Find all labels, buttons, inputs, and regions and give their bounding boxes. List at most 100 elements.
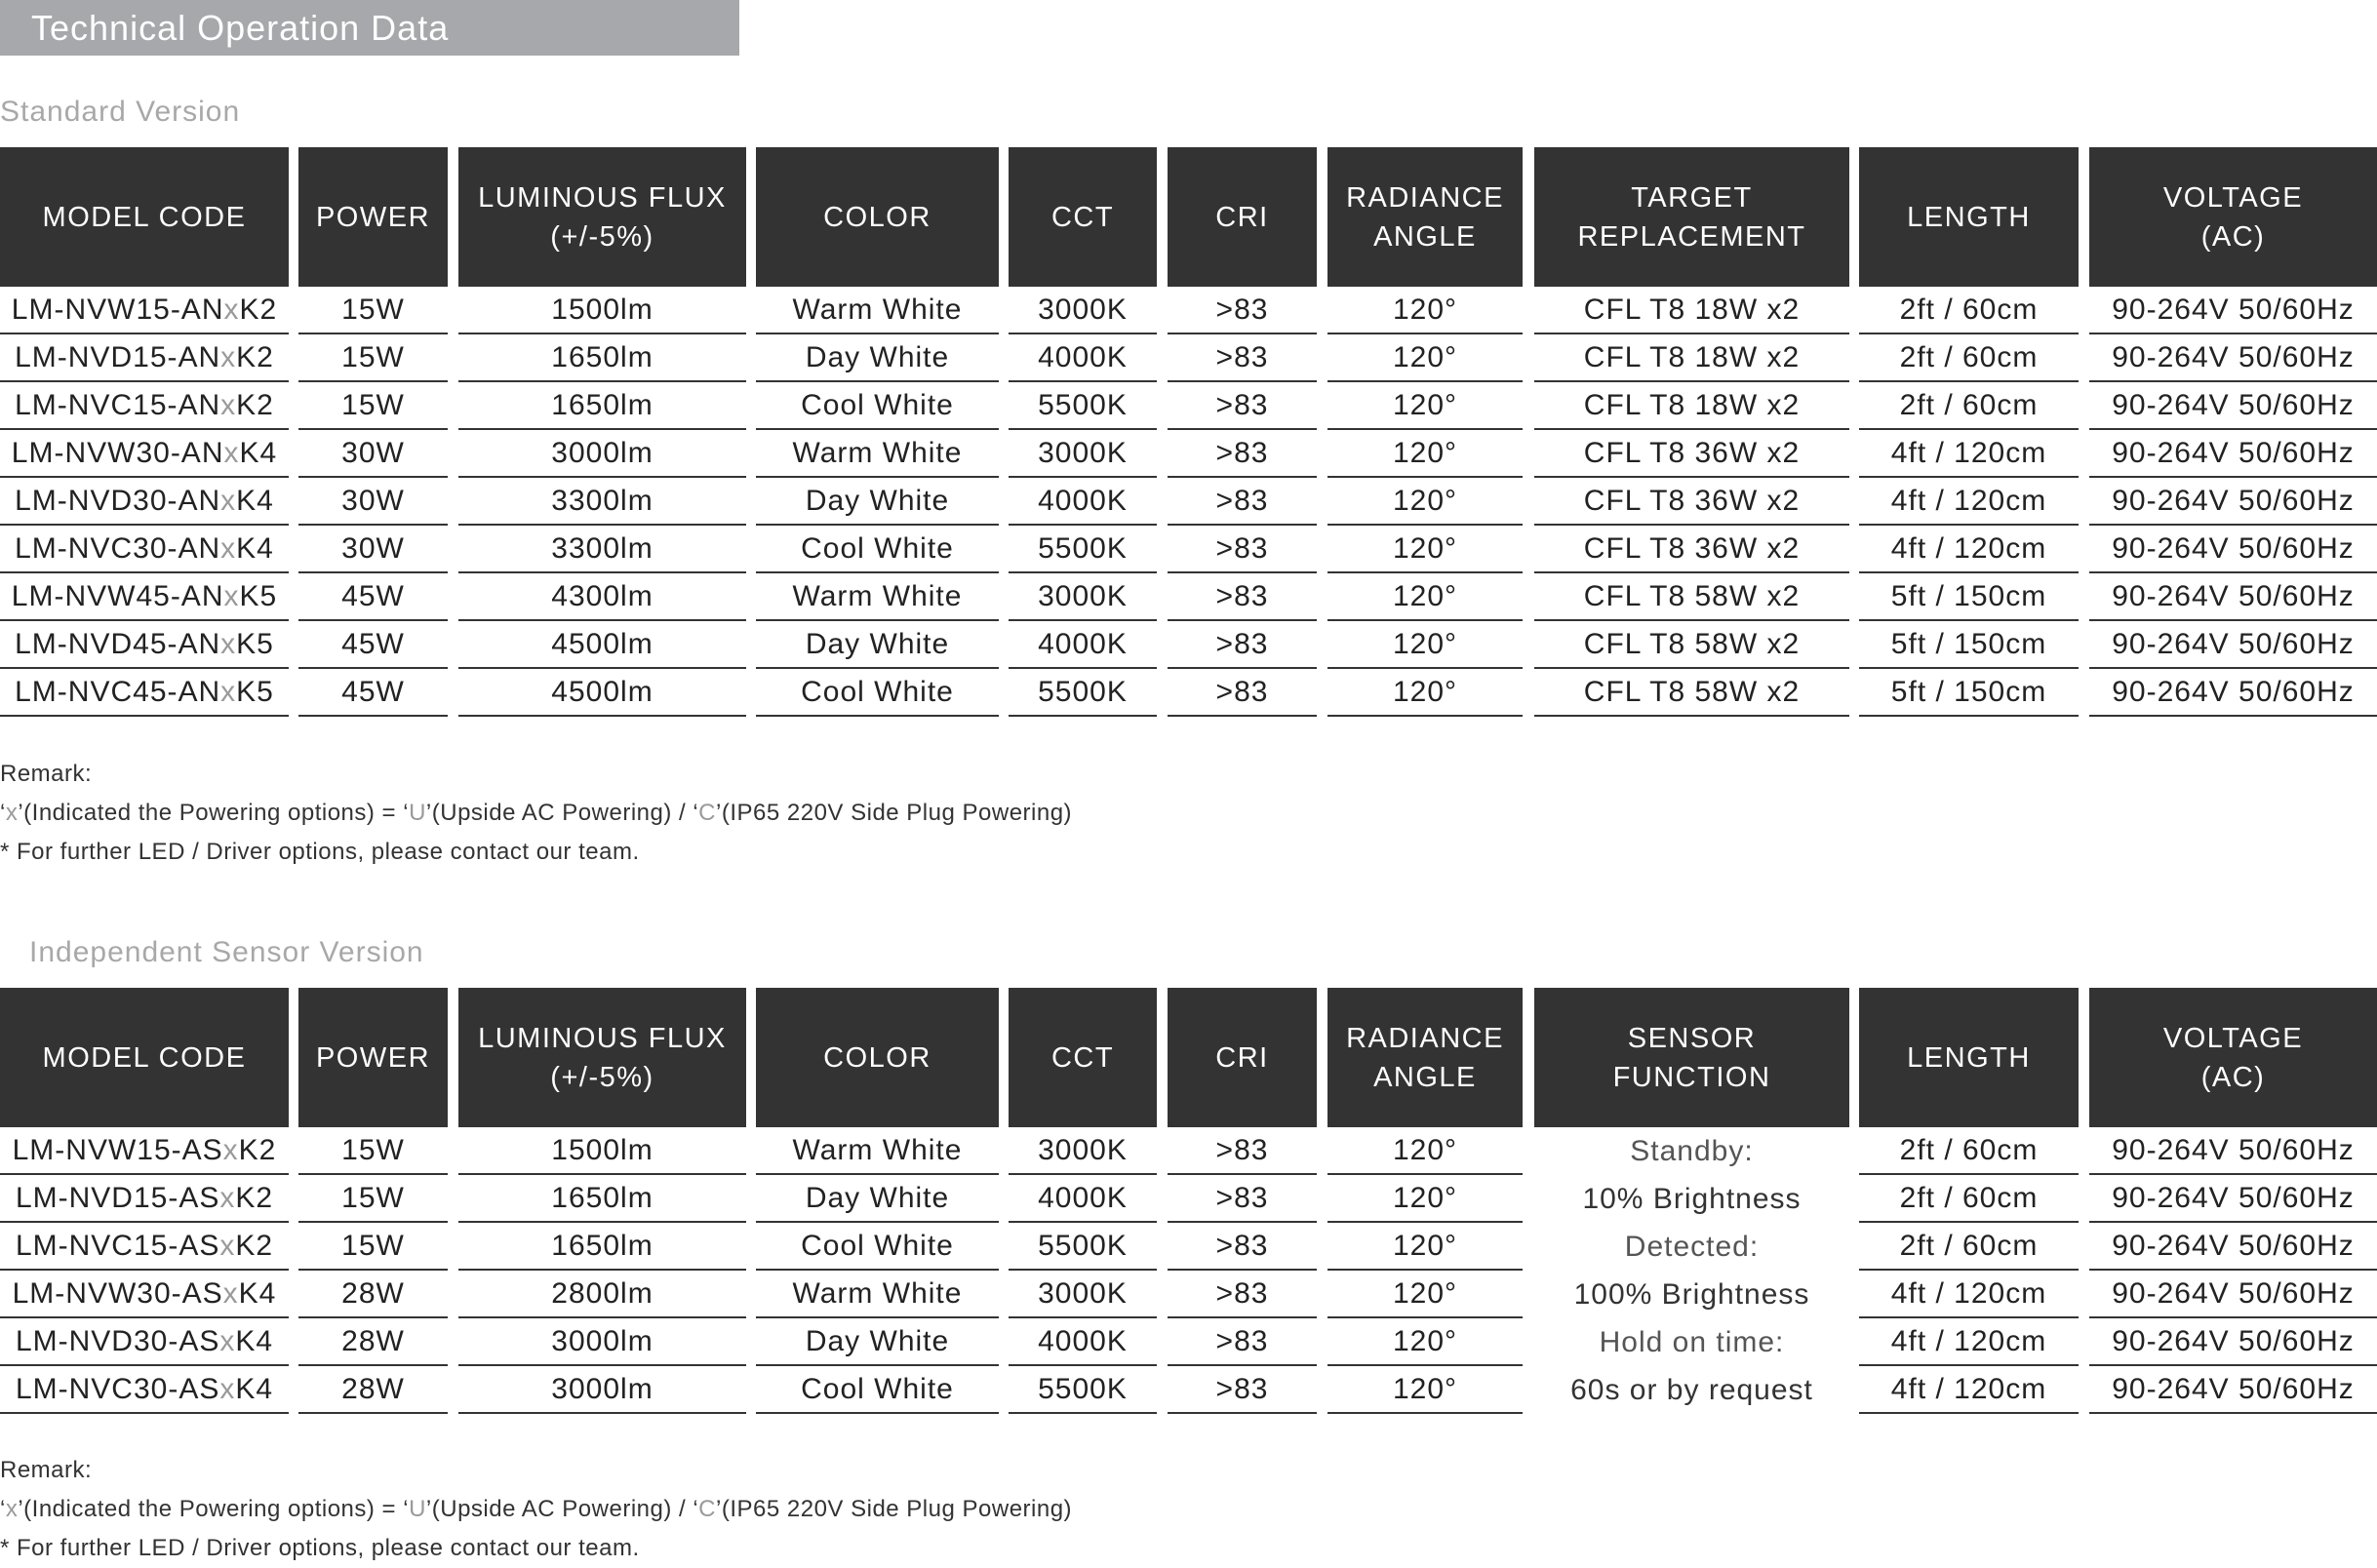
model-code-option: x [223, 579, 240, 612]
sensor-cell-cri: >83 [1168, 1223, 1317, 1271]
sensor-function-line: Detected: [1624, 1230, 1760, 1263]
remark-text-part: x [5, 1496, 19, 1522]
sensor-header-cct: CCT [1009, 988, 1157, 1127]
sensor-cell-power: 15W [298, 1223, 448, 1271]
remark-text-part: ’(Upside AC Powering) / ‘ [425, 800, 699, 826]
remark-text-part: U [409, 800, 426, 826]
standard-header-color: COLOR [756, 147, 999, 287]
model-code-prefix: LM-NVD15-AN [15, 340, 221, 373]
sensor-cell-cri: >83 [1168, 1366, 1317, 1414]
sensor-cell-luminous-flux: 3000lm [458, 1366, 746, 1414]
remark-text-part: ’(Upside AC Powering) / ‘ [425, 1496, 699, 1522]
standard-cell-cri: >83 [1168, 287, 1317, 334]
model-code-prefix: LM-NVW45-AN [11, 579, 224, 612]
standard-cell-model-code: LM-NVD45-AN x K5 [0, 621, 289, 669]
standard-cell-cri: >83 [1168, 382, 1317, 430]
standard-cell-cri: >83 [1168, 430, 1317, 478]
standard-cell-power: 45W [298, 573, 448, 621]
sensor-cell-cct: 3000K [1009, 1271, 1157, 1318]
standard-cell-power: 30W [298, 478, 448, 526]
sensor-cell-length: 2ft / 60cm [1859, 1223, 2079, 1271]
standard-cell-voltage: 90-264V 50/60Hz [2089, 621, 2377, 669]
model-code-prefix: LM-NVW30-AS [12, 1276, 223, 1310]
model-code-option: x [223, 436, 240, 469]
model-code-option: x [222, 1133, 239, 1166]
standard-cell-voltage: 90-264V 50/60Hz [2089, 669, 2377, 717]
model-code-prefix: LM-NVC30-AN [15, 531, 221, 565]
sensor-cell-color: Day White [756, 1175, 999, 1223]
sensor-header-luminous-flux: LUMINOUS FLUX (+/-5%) [458, 988, 746, 1127]
standard-cell-target-replacement: CFL T8 58W x2 [1534, 669, 1849, 717]
sensor-header-length: LENGTH [1859, 988, 2079, 1127]
model-code-suffix: K2 [235, 1229, 274, 1262]
standard-cell-cct: 3000K [1009, 573, 1157, 621]
remark-contact-note: * For further LED / Driver options, plea… [0, 839, 640, 865]
standard-cell-power: 15W [298, 334, 448, 382]
model-code-suffix: K2 [236, 340, 274, 373]
model-code-option: x [219, 1324, 236, 1357]
standard-header-cri: CRI [1168, 147, 1317, 287]
sensor-cell-cct: 4000K [1009, 1175, 1157, 1223]
remark-powering-options: ‘x’(Indicated the Powering options) = ‘U… [0, 794, 1072, 833]
sensor-cell-color: Day White [756, 1318, 999, 1366]
model-code-suffix: K4 [239, 436, 278, 469]
standard-header-length: LENGTH [1859, 147, 2079, 287]
standard-cell-model-code: LM-NVW30-AN x K4 [0, 430, 289, 478]
standard-header-cct: CCT [1009, 147, 1157, 287]
sensor-cell-radiance-angle: 120° [1327, 1223, 1523, 1271]
sensor-header-power: POWER [298, 988, 448, 1127]
standard-cell-luminous-flux: 1650lm [458, 382, 746, 430]
standard-cell-voltage: 90-264V 50/60Hz [2089, 287, 2377, 334]
standard-cell-cct: 4000K [1009, 334, 1157, 382]
standard-header-voltage: VOLTAGE (AC) [2089, 147, 2377, 287]
standard-cell-color: Warm White [756, 287, 999, 334]
standard-cell-power: 30W [298, 430, 448, 478]
standard-cell-luminous-flux: 1650lm [458, 334, 746, 382]
sensor-cell-cct: 4000K [1009, 1318, 1157, 1366]
model-code-suffix: K2 [238, 1133, 277, 1166]
model-code-suffix: K5 [236, 675, 274, 708]
standard-table-header: MODEL CODE POWER LUMINOUS FLUX (+/-5%) COLO… [0, 147, 2377, 287]
sensor-function-line: 10% Brightness [1582, 1182, 1802, 1215]
sensor-cell-voltage: 90-264V 50/60Hz [2089, 1127, 2377, 1175]
sensor-cell-length: 2ft / 60cm [1859, 1127, 2079, 1175]
model-code-prefix: LM-NVD15-AS [15, 1181, 220, 1214]
remark-text-part: ’(Indicated the Powering options) = ‘ [18, 800, 410, 826]
standard-cell-model-code: LM-NVC30-AN x K4 [0, 526, 289, 573]
model-code-option: x [223, 293, 240, 326]
standard-cell-length: 2ft / 60cm [1859, 382, 2079, 430]
sensor-cell-power: 28W [298, 1366, 448, 1414]
standard-cell-luminous-flux: 3000lm [458, 430, 746, 478]
standard-cell-length: 4ft / 120cm [1859, 478, 2079, 526]
standard-cell-voltage: 90-264V 50/60Hz [2089, 478, 2377, 526]
standard-cell-target-replacement: CFL T8 36W x2 [1534, 526, 1849, 573]
standard-cell-luminous-flux: 4500lm [458, 621, 746, 669]
standard-cell-radiance-angle: 120° [1327, 287, 1523, 334]
sensor-cell-length: 2ft / 60cm [1859, 1175, 2079, 1223]
remark-text-part: U [409, 1496, 426, 1522]
remark-text-part: ’(IP65 220V Side Plug Powering) [716, 1496, 1073, 1522]
standard-cell-radiance-angle: 120° [1327, 430, 1523, 478]
standard-header-power: POWER [298, 147, 448, 287]
standard-cell-target-replacement: CFL T8 18W x2 [1534, 334, 1849, 382]
sensor-section-label: Independent Sensor Version [29, 936, 424, 968]
standard-cell-cct: 4000K [1009, 478, 1157, 526]
standard-header-model-code: MODEL CODE [0, 147, 289, 287]
standard-cell-voltage: 90-264V 50/60Hz [2089, 526, 2377, 573]
standard-cell-radiance-angle: 120° [1327, 669, 1523, 717]
standard-cell-power: 45W [298, 669, 448, 717]
sensor-cell-voltage: 90-264V 50/60Hz [2089, 1175, 2377, 1223]
model-code-option: x [222, 1276, 239, 1310]
model-code-suffix: K4 [235, 1372, 274, 1405]
standard-cell-voltage: 90-264V 50/60Hz [2089, 334, 2377, 382]
standard-cell-luminous-flux: 3300lm [458, 478, 746, 526]
model-code-prefix: LM-NVC15-AS [15, 1229, 220, 1262]
sensor-cell-radiance-angle: 120° [1327, 1271, 1523, 1318]
model-code-option: x [220, 484, 237, 517]
sensor-cell-radiance-angle: 120° [1327, 1366, 1523, 1414]
standard-cell-cri: >83 [1168, 573, 1317, 621]
model-code-prefix: LM-NVD45-AN [15, 627, 221, 660]
standard-cell-voltage: 90-264V 50/60Hz [2089, 573, 2377, 621]
standard-cell-cct: 3000K [1009, 430, 1157, 478]
standard-cell-cri: >83 [1168, 621, 1317, 669]
